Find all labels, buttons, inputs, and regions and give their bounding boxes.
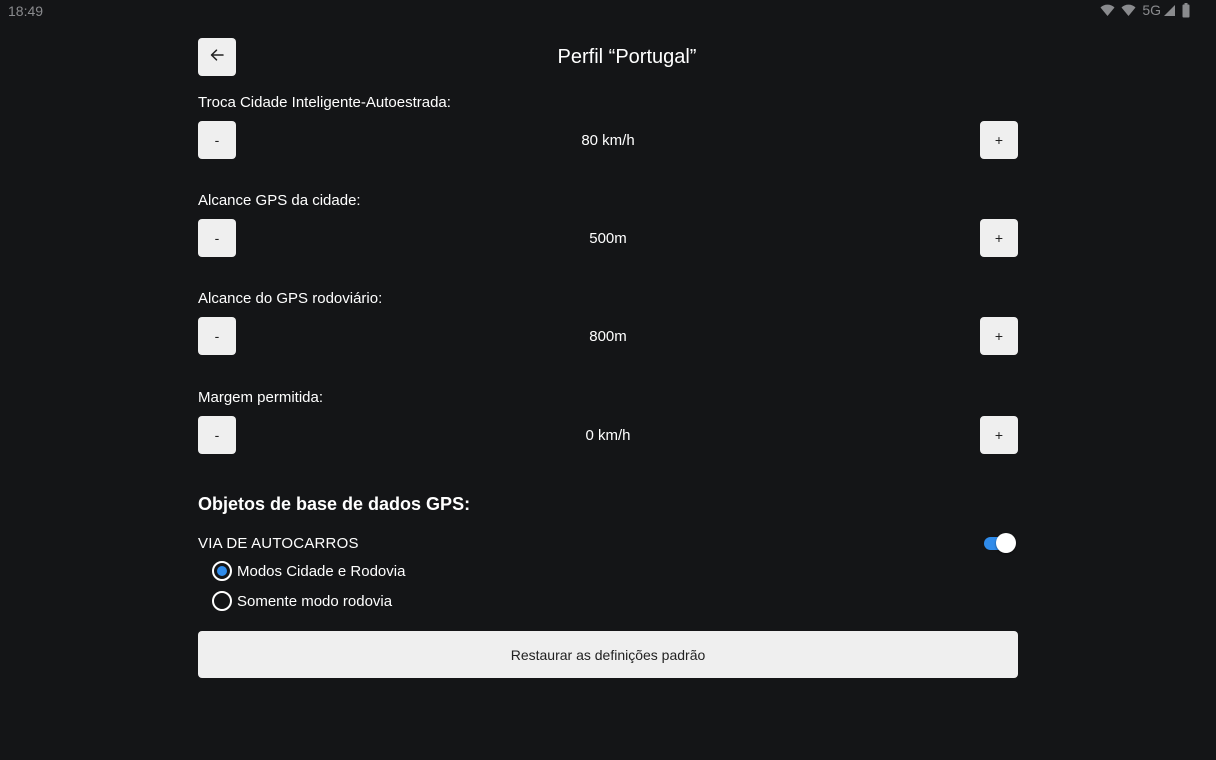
setting-road-gps-range: Alcance do GPS rodoviário: - 800m +: [198, 290, 1018, 356]
battery-icon: [1182, 2, 1190, 18]
radio-label: Modos Cidade e Rodovia: [237, 562, 406, 580]
setting-allowed-margin: Margem permitida: - 0 km/h +: [198, 389, 1018, 455]
profile-settings-screen: 18:49 5G Perfil “Portugal” Troca Cidade …: [0, 0, 1216, 760]
decrease-button[interactable]: -: [198, 317, 236, 355]
radio-label: Somente modo rodovia: [237, 592, 393, 610]
page-title: Perfil “Portugal”: [557, 46, 697, 68]
status-bar: 18:49 5G: [0, 0, 1216, 22]
setting-label: Alcance do GPS rodoviário:: [198, 290, 383, 307]
setting-city-gps-range: Alcance GPS da cidade: - 500m +: [198, 192, 1018, 258]
increase-button[interactable]: +: [980, 219, 1018, 257]
setting-value: 500m: [589, 230, 627, 247]
setting-label: Alcance GPS da cidade:: [198, 192, 361, 209]
radio-road-mode-only[interactable]: Somente modo rodovia: [212, 591, 392, 611]
back-button[interactable]: [198, 38, 236, 76]
cellular-signal-icon: [1163, 4, 1176, 17]
increase-button[interactable]: +: [980, 121, 1018, 159]
toggle-thumb: [996, 533, 1016, 553]
increase-button[interactable]: +: [980, 317, 1018, 355]
wifi-icon: [1100, 4, 1115, 17]
bus-lane-toggle[interactable]: [983, 533, 1017, 553]
decrease-button[interactable]: -: [198, 121, 236, 159]
radio-button-unchecked: [212, 591, 232, 611]
bus-lane-label: VIA DE AUTOCARROS: [198, 535, 359, 552]
status-icons: 5G: [1100, 2, 1190, 18]
radio-city-and-road-modes[interactable]: Modos Cidade e Rodovia: [212, 561, 405, 581]
setting-value: 800m: [589, 328, 627, 345]
decrease-button[interactable]: -: [198, 416, 236, 454]
setting-value: 80 km/h: [581, 132, 635, 149]
wifi-icon: [1121, 4, 1136, 17]
setting-value: 0 km/h: [585, 427, 631, 444]
radio-button-checked: [212, 561, 232, 581]
decrease-button[interactable]: -: [198, 219, 236, 257]
increase-button[interactable]: +: [980, 416, 1018, 454]
setting-label: Margem permitida:: [198, 389, 324, 406]
status-time: 18:49: [8, 3, 44, 19]
setting-smart-switch: Troca Cidade Inteligente-Autoestrada: - …: [198, 94, 1018, 160]
network-type-label: 5G: [1142, 2, 1161, 18]
section-title: Objetos de base de dados GPS:: [198, 494, 471, 514]
setting-label: Troca Cidade Inteligente-Autoestrada:: [198, 94, 451, 111]
arrow-left-icon: [210, 48, 224, 66]
restore-defaults-button[interactable]: Restaurar as definições padrão: [198, 631, 1018, 678]
